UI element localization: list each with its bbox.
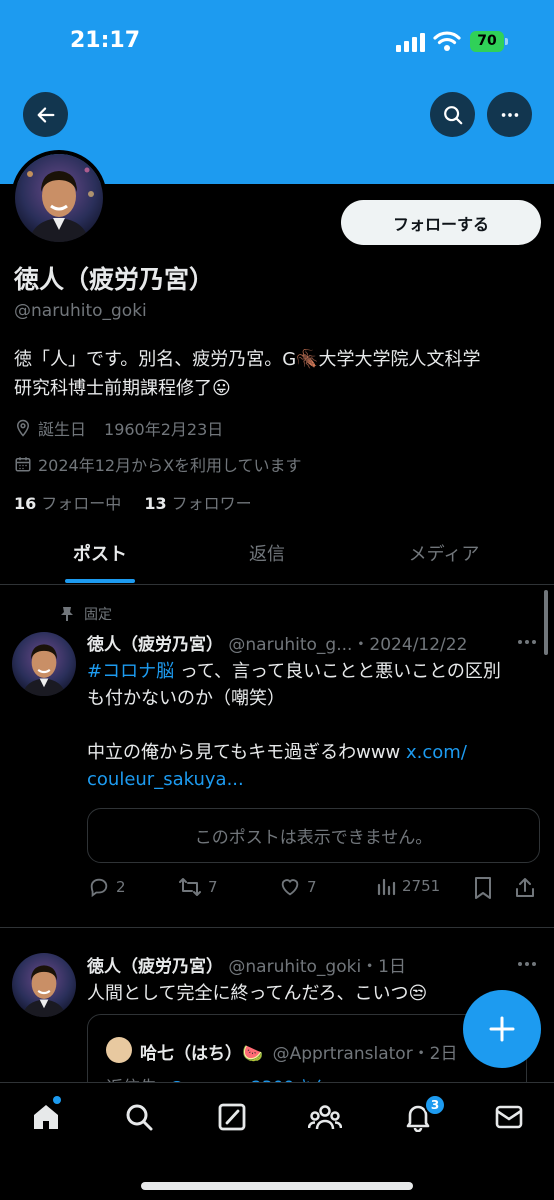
quote-author-handle: @Apprtranslator・2日 (272, 1044, 458, 1064)
followers-link[interactable]: 13 フォロワー (144, 494, 251, 513)
post-more-icon[interactable] (514, 632, 540, 652)
profile-display-name: 徳人（疲労乃宮） (14, 265, 215, 294)
repost-icon (179, 878, 201, 896)
view-count: 2751 (402, 877, 441, 895)
nav-home[interactable] (26, 1097, 66, 1137)
unavailable-quote: このポストは表示できません。 (87, 808, 540, 863)
quote-author-name: 哈七（はち）🍉 (140, 1044, 264, 1064)
post-header: 徳人（疲労乃宮） @naruhito_goki・1日 (87, 952, 406, 977)
arrow-left-icon (37, 106, 54, 123)
quote-author-avatar (106, 1037, 132, 1063)
active-tab-indicator (65, 579, 135, 583)
battery-icon: 70 (470, 31, 508, 52)
hashtag-link[interactable]: #コロナ脳 (87, 661, 174, 682)
share-button[interactable] (515, 876, 535, 898)
pinned-label: 固定 (84, 607, 112, 623)
plus-icon (489, 1016, 515, 1042)
status-time: 21:17 (70, 28, 141, 53)
repost-count: 7 (208, 878, 218, 896)
battery-level: 70 (477, 33, 497, 49)
location-pin-icon (16, 419, 30, 437)
post-author-name[interactable]: 徳人（疲労乃宮） (87, 957, 223, 977)
birthday-row: 誕生日 1960年2月23日 (14, 416, 223, 440)
bookmark-button[interactable] (473, 876, 493, 900)
calendar-icon (15, 457, 31, 472)
analytics-icon (377, 878, 396, 896)
home-indicator[interactable] (141, 1182, 413, 1190)
post-text: も付かないのか（嘲笑） (87, 688, 285, 709)
post-author-name[interactable]: 徳人（疲労乃宮） (87, 635, 223, 655)
post-text: 人間として完全に終ってんだろ、こいつ😒 (87, 983, 428, 1004)
views-button[interactable]: 2751 (376, 876, 440, 896)
following-label: フォロー中 (41, 494, 122, 513)
nav-grok[interactable] (212, 1097, 252, 1137)
followers-count: 13 (144, 494, 167, 513)
url-link[interactable]: x.com/ (406, 742, 467, 763)
back-button[interactable] (23, 92, 68, 137)
more-horizontal-icon (501, 112, 518, 117)
post-text: って、言って良いことと悪いことの区別 (174, 661, 501, 682)
post-body: #コロナ脳 って、言って良いことと悪いことの区別 も付かないのか（嘲笑） 中立の… (87, 658, 527, 793)
post-divider (0, 927, 554, 928)
post-more-icon[interactable] (514, 954, 540, 974)
reply-icon (90, 878, 108, 898)
cellular-signal-icon (396, 32, 426, 52)
repost-button[interactable]: 7 (178, 876, 218, 898)
grok-icon (218, 1103, 246, 1131)
share-icon (516, 878, 534, 897)
post-handle-time: @naruhito_g...・2024/12/22 (228, 635, 468, 655)
profile-tabs: ポスト 返信 メディア (0, 530, 554, 585)
more-options-button[interactable] (487, 92, 532, 137)
like-button[interactable]: 7 (279, 876, 317, 898)
url-link-continued[interactable]: couleur_sakuya... (87, 766, 527, 793)
joined-row: 2024年12月からXを利用しています (14, 452, 302, 476)
post-header: 徳人（疲労乃宮） @naruhito_g...・2024/12/22 (87, 630, 467, 655)
followers-label: フォロワー (171, 494, 252, 513)
nav-communities[interactable] (305, 1097, 345, 1137)
birthday-value: 1960年2月23日 (104, 420, 224, 439)
profile-bio: 徳「人」です。別名、疲労乃宮。G🪳大学大学院人文科学 研究科博士前期課程修了😛 (14, 345, 544, 403)
profile-handle: @naruhito_goki (14, 301, 147, 321)
nav-messages[interactable] (489, 1097, 529, 1137)
communities-icon (308, 1105, 342, 1130)
joined-date: 2024年12月からXを利用しています (38, 456, 302, 475)
post-avatar[interactable] (12, 632, 76, 696)
heart-icon (281, 879, 299, 896)
wifi-icon (433, 31, 461, 51)
home-new-indicator (53, 1096, 61, 1104)
post-text: 中立の俺から見てもキモ過ぎるわwww (87, 742, 406, 763)
home-icon (34, 1105, 58, 1129)
follow-counts: 16 フォロー中 13 フォロワー (14, 490, 252, 514)
search-button[interactable] (430, 92, 475, 137)
following-link[interactable]: 16 フォロー中 (14, 494, 121, 513)
status-bar: 21:17 70 (0, 0, 554, 84)
reply-count: 2 (116, 878, 126, 896)
compose-post-button[interactable] (463, 990, 541, 1068)
bio-line: 徳「人」です。別名、疲労乃宮。G🪳大学大学院人文科学 (14, 349, 481, 370)
notification-badge: 3 (424, 1094, 446, 1116)
tab-media[interactable]: メディア (344, 530, 544, 585)
search-icon (443, 105, 462, 124)
tab-replies[interactable]: 返信 (167, 530, 367, 585)
mail-icon (495, 1105, 523, 1129)
bookmark-icon (475, 877, 491, 899)
birthday-label: 誕生日 (38, 420, 87, 439)
search-icon (126, 1104, 153, 1131)
bio-line: 研究科博士前期課程修了😛 (14, 378, 231, 399)
pin-icon (61, 607, 73, 621)
scrollbar[interactable] (544, 590, 548, 655)
like-count: 7 (307, 878, 317, 896)
post-avatar[interactable] (12, 953, 76, 1017)
pinned-indicator: 固定 (60, 604, 112, 624)
reply-button[interactable]: 2 (88, 876, 126, 898)
following-count: 16 (14, 494, 37, 513)
post-handle-time: @naruhito_goki・1日 (228, 957, 407, 977)
follow-button[interactable]: フォローする (341, 200, 541, 245)
nav-search[interactable] (119, 1097, 159, 1137)
profile-avatar[interactable] (11, 150, 107, 246)
